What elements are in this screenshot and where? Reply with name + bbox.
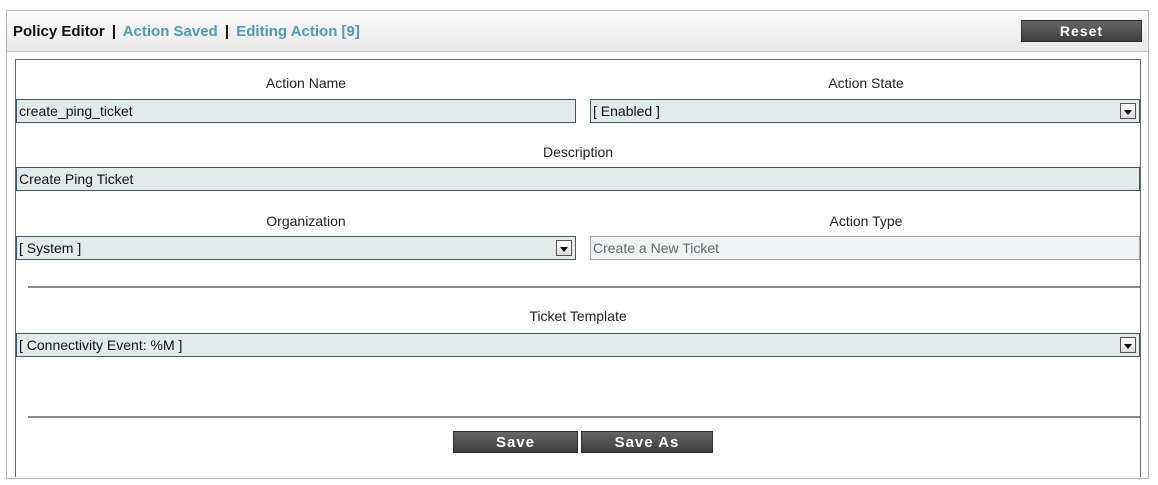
action-type-label: Action Type: [829, 213, 903, 229]
action-state-select[interactable]: [ Enabled ]: [590, 99, 1140, 123]
organization-label: Organization: [266, 213, 346, 229]
organization-select[interactable]: [ System ]: [16, 236, 576, 260]
title-bar: Policy Editor | Action Saved | Editing A…: [7, 11, 1148, 52]
action-form-panel: Action Name create_ping_ticket Action St…: [15, 59, 1141, 477]
action-state-value: [ Enabled ]: [593, 103, 660, 119]
policy-editor-title: Policy Editor: [13, 23, 105, 40]
ticket-template-value: [ Connectivity Event: %M ]: [19, 337, 183, 353]
action-name-label: Action Name: [265, 75, 347, 91]
action-name-input[interactable]: create_ping_ticket: [16, 99, 576, 123]
page-title: Policy Editor | Action Saved | Editing A…: [13, 23, 360, 40]
chevron-down-icon[interactable]: [1120, 337, 1136, 353]
action-type-field: Create a New Ticket: [590, 236, 1140, 260]
title-separator: |: [224, 23, 230, 40]
save-as-button[interactable]: Save As: [581, 431, 713, 453]
editing-action-link[interactable]: Editing Action [9]: [236, 23, 360, 40]
ticket-template-label: Ticket Template: [529, 308, 627, 324]
description-label: Description: [542, 144, 614, 160]
organization-value: [ System ]: [19, 240, 82, 256]
action-saved-link[interactable]: Action Saved: [123, 23, 218, 40]
description-input[interactable]: Create Ping Ticket: [16, 167, 1140, 191]
action-state-label: Action State: [828, 75, 904, 91]
reset-button[interactable]: Reset: [1021, 20, 1142, 42]
chevron-down-icon[interactable]: [1120, 103, 1136, 119]
footer-divider: [28, 416, 1140, 418]
ticket-template-select[interactable]: [ Connectivity Event: %M ]: [16, 333, 1140, 357]
title-separator: |: [111, 23, 117, 40]
section-divider: [28, 286, 1140, 288]
save-button[interactable]: Save: [453, 431, 578, 453]
chevron-down-icon[interactable]: [556, 240, 572, 256]
policy-editor-window: Policy Editor | Action Saved | Editing A…: [6, 10, 1149, 479]
